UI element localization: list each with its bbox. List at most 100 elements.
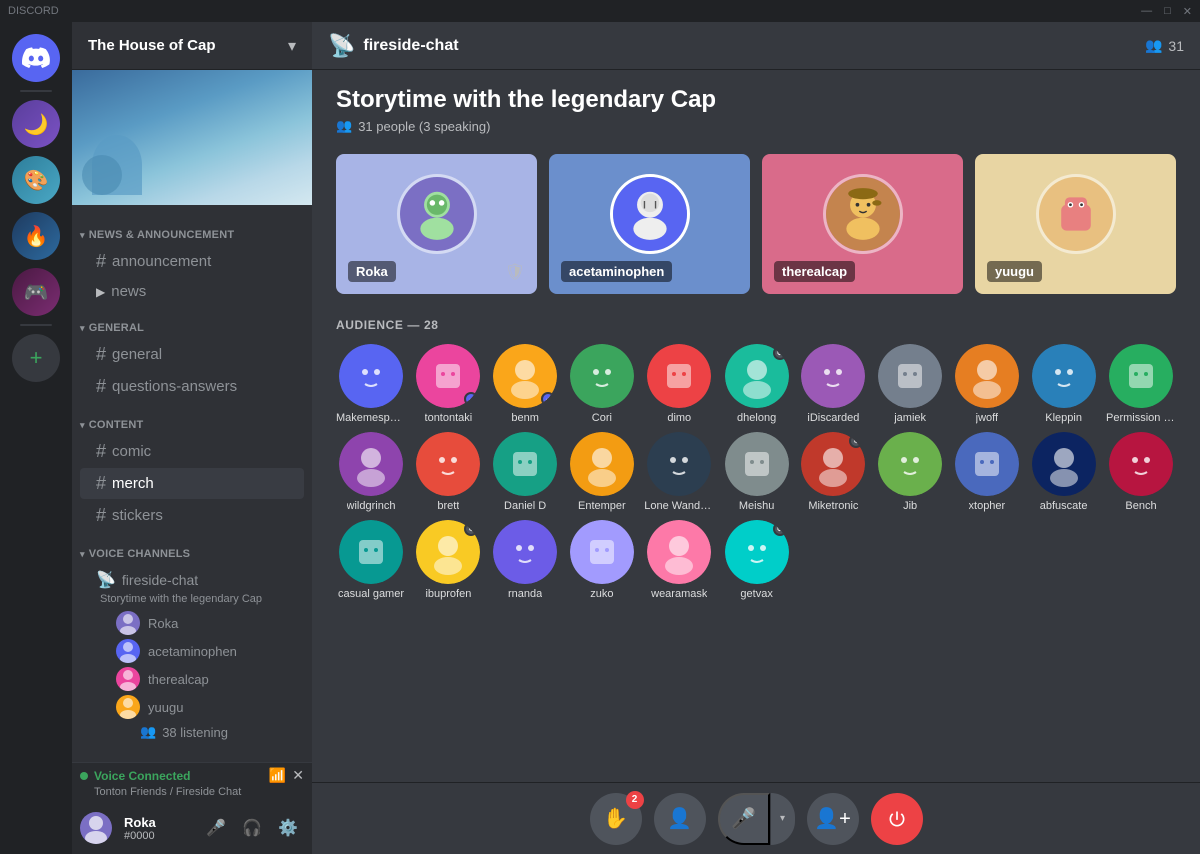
channel-header-right: 👥 31: [1145, 37, 1184, 54]
listening-count: 👥 38 listening: [116, 721, 296, 743]
audience-name: benm: [511, 412, 539, 424]
channel-list: ▾ NEWS & ANNOUNCEMENT # announcement ▶ n…: [72, 205, 312, 762]
audience-avatar[interactable]: [878, 432, 942, 496]
channel-header: 📡 fireside-chat 👥 31: [312, 22, 1200, 70]
user-avatar: [80, 812, 112, 844]
voice-top-icons: 📶 ✕: [269, 767, 304, 784]
audience-avatar[interactable]: [801, 344, 865, 408]
server-icon-1[interactable]: 🌙: [12, 100, 60, 148]
audience-avatar[interactable]: [1109, 432, 1173, 496]
audience-avatar[interactable]: [493, 432, 557, 496]
audience-avatar[interactable]: ⚙: [416, 520, 480, 584]
audience-name: casual gamer: [338, 588, 404, 600]
request-to-speak-button[interactable]: 👤+: [807, 793, 859, 845]
audience-avatar[interactable]: [570, 520, 634, 584]
category-voice[interactable]: ▾ VOICE CHANNELS: [72, 532, 312, 564]
minimize-button[interactable]: —: [1141, 5, 1152, 18]
server-icon-2[interactable]: 🎨: [12, 156, 60, 204]
raise-hand-badge: 2: [626, 791, 644, 809]
audience-avatar[interactable]: ⚙: [725, 344, 789, 408]
audience-avatar[interactable]: [647, 520, 711, 584]
audience-member: wearamask: [644, 520, 714, 600]
category-label-voice: VOICE CHANNELS: [89, 548, 190, 560]
audience-name: Miketronic: [808, 500, 858, 512]
audience-avatar[interactable]: [570, 432, 634, 496]
close-button[interactable]: ✕: [1183, 5, 1192, 18]
voice-channel-header[interactable]: 📡 fireside-chat: [96, 567, 296, 593]
audience-avatar[interactable]: [339, 432, 403, 496]
voice-disconnect-icon[interactable]: ✕: [292, 767, 304, 784]
leave-stage-button[interactable]: [871, 793, 923, 845]
voice-channel-members: Roka acetaminophen therealcap: [96, 609, 296, 743]
audience-name: brett: [437, 500, 459, 512]
channel-comic[interactable]: # comic: [80, 436, 304, 467]
server-icon-4[interactable]: 🎮: [12, 268, 60, 316]
mute-button[interactable]: 🎤: [200, 812, 232, 844]
audience-member: brett: [414, 432, 483, 512]
maximize-button[interactable]: □: [1164, 5, 1171, 18]
user-tag: #0000: [124, 830, 196, 842]
member-name-acetaminophen: acetaminophen: [148, 644, 237, 659]
audience-avatar[interactable]: [955, 344, 1019, 408]
voice-connected-channel: Tonton Friends / Fireside Chat: [80, 786, 304, 798]
category-general[interactable]: ▾ GENERAL: [72, 306, 312, 338]
channel-stickers[interactable]: # stickers: [80, 500, 304, 531]
channel-name-general: general: [112, 346, 162, 363]
audience-avatar[interactable]: ✓: [493, 344, 557, 408]
category-news[interactable]: ▾ NEWS & ANNOUNCEMENT: [72, 213, 312, 245]
audience-avatar[interactable]: [878, 344, 942, 408]
voice-bars-icon[interactable]: 📶: [269, 767, 286, 784]
audience-avatar[interactable]: [955, 432, 1019, 496]
audience-name: Permission Man: [1106, 412, 1176, 424]
channel-general[interactable]: # general: [80, 339, 304, 370]
server-icon-3[interactable]: 🔥: [12, 212, 60, 260]
audience-avatar[interactable]: [493, 520, 557, 584]
audience-avatar[interactable]: ⚙: [801, 432, 865, 496]
audience-avatar[interactable]: [647, 432, 711, 496]
deafen-button[interactable]: 🎧: [236, 812, 268, 844]
audience-avatar[interactable]: [647, 344, 711, 408]
discord-home-button[interactable]: [12, 34, 60, 82]
server-sidebar: 🌙 🎨 🔥 🎮 +: [0, 22, 72, 854]
settings-badge: ⚙: [773, 346, 787, 360]
stage-controls: ✋ 2 👤 🎤 ▾ 👤+: [312, 782, 1200, 854]
audience-member: wildgrinch: [336, 432, 406, 512]
category-label-content: CONTENT: [89, 419, 144, 431]
raise-hand-button[interactable]: ✋ 2: [590, 793, 642, 845]
audience-member: jamiek: [876, 344, 945, 424]
audience-avatar[interactable]: [416, 432, 480, 496]
channel-announcement[interactable]: # announcement: [80, 246, 304, 277]
audience-avatar[interactable]: ✓: [416, 344, 480, 408]
audience-avatar[interactable]: [1032, 432, 1096, 496]
audience-count: 28: [424, 318, 439, 332]
audience-member: rnanda: [491, 520, 560, 600]
member-count: 👥 31: [1145, 37, 1184, 54]
audience-member: casual gamer: [336, 520, 406, 600]
channel-name: announcement: [112, 253, 211, 270]
audience-avatar[interactable]: [339, 520, 403, 584]
audience-avatar[interactable]: [1032, 344, 1096, 408]
channel-merch[interactable]: # merch: [80, 468, 304, 499]
audience-name: wildgrinch: [347, 500, 396, 512]
mic-button[interactable]: 🎤: [718, 793, 770, 845]
voice-status-dot: [80, 772, 88, 780]
settings-button[interactable]: ⚙️: [272, 812, 304, 844]
username: Roka: [124, 815, 196, 830]
mic-caret[interactable]: ▾: [771, 793, 795, 845]
audience-avatar[interactable]: [570, 344, 634, 408]
channel-news[interactable]: ▶ news: [80, 278, 304, 305]
audience-avatar[interactable]: [339, 344, 403, 408]
audience-name: rnanda: [508, 588, 542, 600]
server-header[interactable]: The House of Cap ▾: [72, 22, 312, 70]
member-count-icon: 👥: [1145, 37, 1162, 54]
channel-qa[interactable]: # questions-answers: [80, 371, 304, 402]
speaker-card-yuugu: yuugu: [975, 154, 1176, 294]
titlebar: DISCORD — □ ✕: [0, 0, 1200, 22]
audience-avatar[interactable]: [1109, 344, 1173, 408]
category-content[interactable]: ▾ CONTENT: [72, 403, 312, 435]
invite-button[interactable]: 👤: [654, 793, 706, 845]
add-server-button[interactable]: +: [12, 334, 60, 382]
audience-avatar[interactable]: [725, 432, 789, 496]
audience-avatar[interactable]: ⚙: [725, 520, 789, 584]
channel-name-news: news: [111, 283, 146, 300]
